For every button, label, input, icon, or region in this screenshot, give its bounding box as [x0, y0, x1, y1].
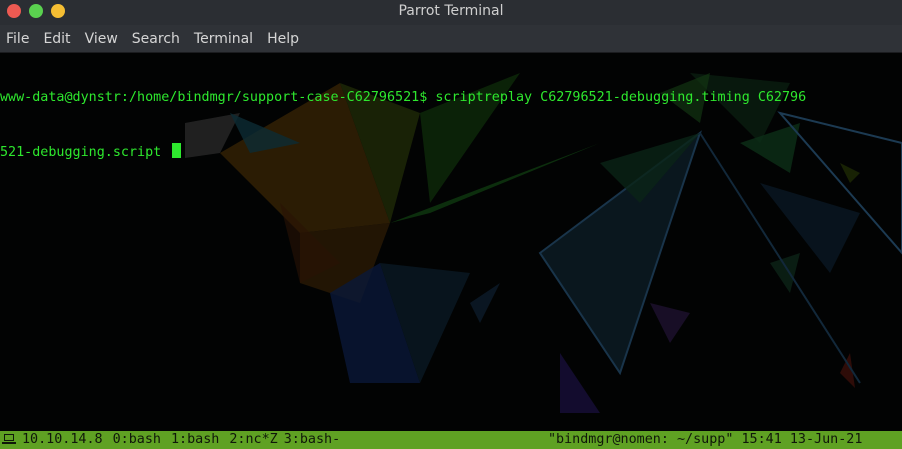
menu-terminal[interactable]: Terminal	[188, 31, 261, 47]
terminal-line: www-data@dynstr:/home/bindmgr/support-ca…	[0, 90, 807, 105]
menu-help[interactable]: Help	[261, 31, 307, 47]
tmux-window-2[interactable]: 2:nc*Z	[229, 431, 277, 449]
text-cursor	[172, 143, 182, 158]
tmux-window-1[interactable]: 1:bash	[171, 431, 219, 449]
title-bar: Parrot Terminal	[0, 0, 902, 25]
status-right: "bindmgr@nomen: ~/supp" 15:41 13-Jun-21	[548, 432, 863, 447]
window-title: Parrot Terminal	[398, 3, 504, 19]
terminal-line-text: 521-debugging.script	[0, 145, 170, 160]
terminal-pane[interactable]: www-data@dynstr:/home/bindmgr/support-ca…	[0, 53, 902, 431]
laptop-icon	[2, 434, 16, 444]
menu-bar: File Edit View Search Terminal Help	[0, 25, 902, 53]
tmux-status-bar: 10.10.14.8 0:bash 1:bash 2:nc*Z 3:bash- …	[0, 431, 902, 449]
status-host: 10.10.14.8	[22, 432, 103, 447]
menu-search[interactable]: Search	[126, 31, 188, 47]
menu-view[interactable]: View	[79, 31, 126, 47]
tmux-window-3[interactable]: 3:bash-	[284, 431, 340, 449]
menu-file[interactable]: File	[0, 31, 37, 47]
tmux-window-0[interactable]: 0:bash	[113, 431, 161, 449]
menu-edit[interactable]: Edit	[37, 31, 78, 47]
status-left: 10.10.14.8 0:bash 1:bash 2:nc*Z 3:bash-	[0, 431, 350, 449]
terminal-line-prompt: 521-debugging.script	[0, 143, 902, 161]
terminal-output: www-data@dynstr:/home/bindmgr/support-ca…	[0, 53, 902, 197]
